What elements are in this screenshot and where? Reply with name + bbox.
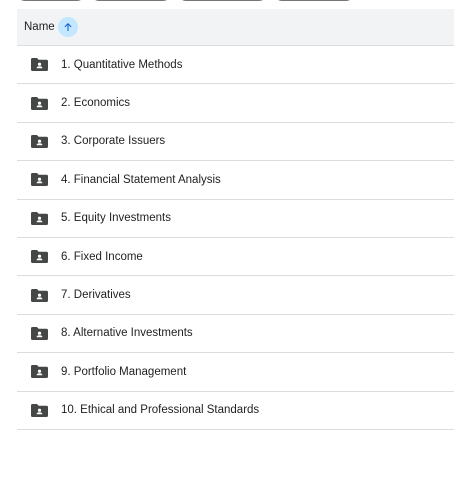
folder-name: 7. Derivatives [61,289,131,302]
folder-name: 5. Equity Investments [61,212,171,225]
shared-folder-icon [31,134,48,148]
sort-ascending-button[interactable] [57,17,78,37]
folder-name: 1. Quantitative Methods [61,58,183,71]
folder-name: 10. Ethical and Professional Standards [61,404,260,417]
folder-name: 4. Financial Statement Analysis [61,173,221,186]
filter-chip[interactable] [91,0,171,1]
arrow-up-icon [64,23,72,31]
shared-folder-icon [31,288,48,302]
folder-row[interactable]: 10. Ethical and Professional Standards [17,392,454,430]
folder-list: 1. Quantitative Methods 2. Economics 3. … [17,46,454,430]
folder-row[interactable]: 1. Quantitative Methods [17,46,454,85]
folder-name: 6. Fixed Income [61,250,143,263]
folder-name: 3. Corporate Issuers [61,135,166,148]
shared-folder-icon [31,250,48,264]
column-header: Name [17,9,454,46]
shared-folder-icon [31,173,48,187]
folder-name: 2. Economics [61,97,131,110]
shared-folder-icon [31,96,48,110]
folder-row[interactable]: 9. Portfolio Management [17,353,454,392]
name-column-label[interactable]: Name [24,21,55,33]
shared-folder-icon [31,211,48,225]
shared-folder-icon [31,365,48,379]
folder-row[interactable]: 7. Derivatives [17,276,454,315]
shared-folder-icon [31,58,48,72]
filter-chip[interactable] [178,0,267,1]
folder-name: 9. Portfolio Management [61,365,187,378]
filter-chip[interactable] [17,0,85,1]
shared-folder-icon [31,403,48,417]
filter-chip[interactable] [274,0,354,1]
folder-row[interactable]: 6. Fixed Income [17,238,454,277]
folder-row[interactable]: 5. Equity Investments [17,200,454,238]
folder-row[interactable]: 2. Economics [17,84,454,123]
folder-row[interactable]: 4. Financial Statement Analysis [17,161,454,200]
shared-folder-icon [31,326,48,340]
folder-name: 8. Alternative Investments [61,327,193,340]
folder-row[interactable]: 3. Corporate Issuers [17,123,454,162]
folder-row[interactable]: 8. Alternative Investments [17,315,454,354]
